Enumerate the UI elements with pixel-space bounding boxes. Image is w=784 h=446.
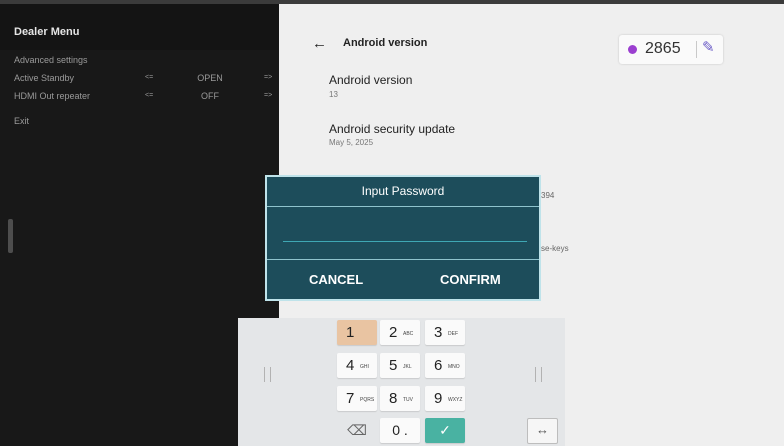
menu-item-active-standby[interactable]: Active Standby <= OPEN => [0,69,279,87]
next-value-arrow[interactable]: => [264,69,272,87]
menu-item-exit[interactable]: Exit [0,112,279,130]
dialog-title: Input Password [267,177,539,207]
key-6[interactable]: 6 MNO [425,353,465,378]
next-value-arrow[interactable]: => [264,87,272,105]
screen-frame: Dealer Menu Advanced settings Active Sta… [0,4,784,446]
key-digit: 9 [434,390,443,407]
key-1[interactable]: 1 [337,320,377,345]
key-digit: 2 [389,324,398,341]
page-title: Android version [343,37,428,49]
menu-item-label: Active Standby [14,73,75,83]
setting-item-title[interactable]: Android security update [329,122,455,136]
key-8[interactable]: 8 TUV [380,386,420,411]
layout-switch-key[interactable]: ↔ [527,418,558,444]
key-letters: ABC [403,331,414,337]
key-digit: 1 [346,324,355,341]
menu-item-label: HDMI Out repeater [14,91,91,101]
dealer-menu-header: Dealer Menu [0,4,279,50]
key-letters: TUV [403,397,413,403]
key-9[interactable]: 9 WXYZ [425,386,465,411]
previous-value-arrow[interactable]: <= [145,87,153,105]
key-digit: 7 [346,390,355,407]
backspace-icon: ⌫ [347,422,367,438]
key-digit: 4 [346,357,355,374]
key-digit: 6 [434,357,443,374]
previous-value-arrow[interactable]: <= [145,69,153,87]
floating-counter-widget[interactable]: 2865 ✎ [619,35,723,64]
key-digit: 5 [389,357,398,374]
setting-item-value: 394 [541,191,555,200]
setting-item-title[interactable]: Android version [329,73,412,87]
menu-item-hdmi-out-repeater[interactable]: HDMI Out repeater <= OFF => [0,87,279,105]
key-5[interactable]: 5 JKL [380,353,420,378]
menu-item-value: OFF [201,91,219,101]
menu-item-value: OPEN [197,73,223,83]
key-4[interactable]: 4 GHI [337,353,377,378]
keyboard-drag-handle[interactable] [535,367,542,382]
dealer-menu-title: Dealer Menu [14,26,80,38]
pen-icon[interactable]: ✎ [702,38,715,56]
key-digit: 8 [389,390,398,407]
key-0[interactable]: 0 . [380,418,420,443]
divider [696,41,697,58]
backspace-key[interactable]: ⌫ [337,418,377,443]
key-letters: JKL [403,364,412,370]
password-input[interactable] [283,223,527,242]
menu-item-label: Advanced settings [14,55,88,65]
divider [267,259,539,260]
password-dialog: Input Password CANCEL CONFIRM [265,175,541,301]
menu-item-label: Exit [14,116,30,126]
key-digit: 0 . [392,422,408,438]
confirm-button[interactable]: CONFIRM [440,272,501,287]
key-letters: GHI [360,364,369,370]
counter-value: 2865 [645,40,681,57]
setting-item-value: 13 [329,90,338,99]
status-dot-icon [628,45,637,54]
side-drag-handle[interactable] [8,219,13,253]
setting-item-value: May 5, 2025 [329,138,374,147]
done-key[interactable]: ✓ [425,418,465,443]
keyboard-drag-handle[interactable] [264,367,271,382]
setting-item-value: se-keys [541,244,569,253]
cancel-button[interactable]: CANCEL [309,272,363,287]
key-3[interactable]: 3 DEF [425,320,465,345]
key-2[interactable]: 2 ABC [380,320,420,345]
menu-item-advanced-settings[interactable]: Advanced settings [0,51,279,69]
key-digit: 3 [434,324,443,341]
key-letters: MNO [448,364,460,370]
back-arrow-icon[interactable]: ← [312,35,327,52]
key-7[interactable]: 7 PQRS [337,386,377,411]
key-letters: DEF [448,331,458,337]
swap-arrows-icon: ↔ [536,422,549,437]
checkmark-icon: ✓ [439,422,451,438]
key-letters: PQRS [360,397,375,403]
key-letters: WXYZ [448,397,463,403]
